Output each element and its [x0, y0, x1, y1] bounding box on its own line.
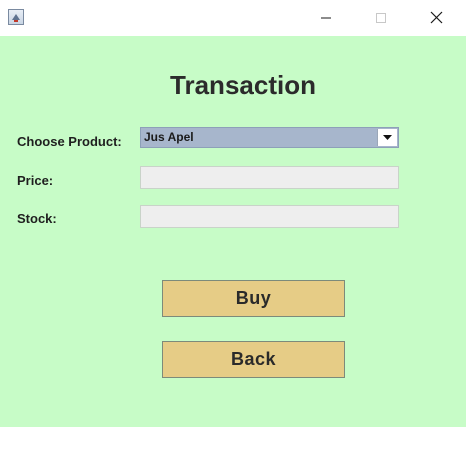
product-label: Choose Product: — [17, 134, 122, 149]
title-bar[interactable] — [0, 0, 469, 36]
java-app-icon — [8, 9, 24, 25]
back-button[interactable]: Back — [162, 341, 345, 378]
stock-label: Stock: — [17, 211, 57, 226]
maximize-icon — [376, 13, 386, 23]
minimize-button[interactable] — [303, 0, 349, 36]
product-select[interactable]: Jus Apel — [140, 127, 399, 148]
minimize-icon — [321, 17, 331, 19]
price-label: Price: — [17, 173, 54, 188]
transaction-window: Transaction Choose Product: Jus Apel Pri… — [0, 0, 469, 475]
close-icon — [430, 11, 443, 24]
page-title: Transaction — [170, 70, 316, 100]
price-field[interactable] — [140, 166, 399, 189]
maximize-button[interactable] — [358, 0, 404, 36]
form-panel: Transaction Choose Product: Jus Apel Pri… — [0, 36, 466, 427]
dropdown-arrow-button[interactable] — [377, 129, 397, 146]
product-selected-value: Jus Apel — [144, 130, 194, 144]
buy-button[interactable]: Buy — [162, 280, 345, 317]
chevron-down-icon — [383, 135, 392, 140]
close-button[interactable] — [413, 0, 459, 36]
stock-field[interactable] — [140, 205, 399, 228]
